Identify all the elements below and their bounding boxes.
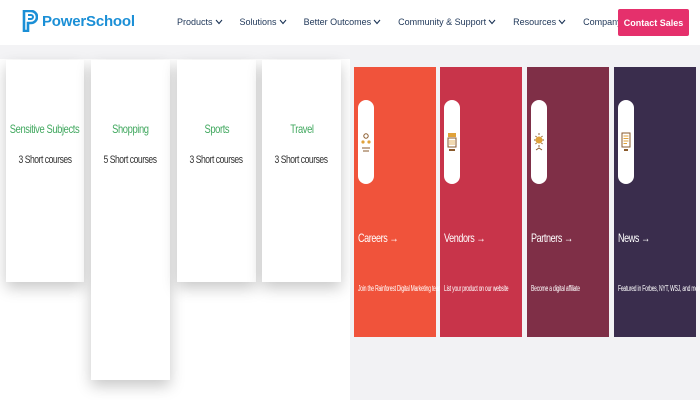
category-section: Sensitive Subjects 3 Short courses Shopp… [0, 45, 350, 400]
nav-item-products[interactable]: Products [177, 17, 223, 27]
careers-icon [358, 100, 374, 184]
nav-item-solutions[interactable]: Solutions [240, 17, 287, 27]
promo-tile-partners[interactable]: Partners → Become a digital affiliate [527, 67, 609, 337]
category-title: Sports [204, 122, 229, 136]
partners-icon [531, 100, 547, 184]
nav-item-resources[interactable]: Resources [513, 17, 566, 27]
category-course-count: 3 Short courses [189, 154, 244, 166]
nav-item-label: Better Outcomes [303, 17, 372, 27]
logo-text: PowerSchool [42, 12, 135, 30]
contact-sales-button[interactable]: Contact Sales [618, 9, 689, 36]
category-title: Travel [289, 122, 314, 136]
category-title: Shopping [112, 122, 149, 136]
nav-item-community-support[interactable]: Community & Support [398, 17, 496, 27]
promo-title: News → [618, 231, 650, 245]
promo-section: Careers → Join the Rainforest Digital Ma… [350, 45, 700, 400]
news-icon [618, 100, 634, 184]
category-card-shopping[interactable]: Shopping 5 Short courses [91, 60, 170, 380]
promo-tile-news[interactable]: News → Featured in Forbes, NYT, WSJ, and… [614, 67, 700, 337]
nav-item-label: Community & Support [398, 17, 487, 27]
vendors-icon [444, 100, 460, 184]
chevron-down-icon [215, 19, 222, 25]
nav-item-label: Company [583, 17, 622, 27]
category-card-travel[interactable]: Travel 3 Short courses [262, 60, 341, 282]
promo-description: Featured in Forbes, NYT, WSJ, and more [618, 284, 700, 293]
site-header: PowerSchool Products Solutions Better Ou… [0, 0, 700, 45]
powerschool-logo[interactable]: PowerSchool [22, 10, 135, 32]
nav-item-label: Solutions [239, 17, 277, 27]
chevron-down-icon [373, 19, 381, 25]
category-course-count: 5 Short courses [103, 154, 158, 166]
powerschool-logo-icon [22, 10, 38, 32]
nav-item-label: Resources [513, 17, 557, 27]
category-course-count: 3 Short courses [274, 154, 329, 166]
main-nav: Products Solutions Better Outcomes Commu… [177, 17, 649, 27]
nav-item-better-outcomes[interactable]: Better Outcomes [304, 17, 382, 27]
promo-description: List your product on our website [444, 284, 509, 293]
promo-description: Become a digital affiliate [531, 284, 580, 293]
promo-tile-vendors[interactable]: Vendors → List your product on our websi… [440, 67, 522, 337]
promo-title: Vendors → [444, 231, 486, 245]
category-course-count: 3 Short courses [18, 154, 72, 166]
chevron-down-icon [558, 19, 566, 25]
section-divider [0, 45, 350, 59]
category-card-sports[interactable]: Sports 3 Short courses [177, 60, 256, 282]
chevron-down-icon [488, 19, 496, 25]
promo-title: Careers → [358, 231, 399, 245]
promo-tile-careers[interactable]: Careers → Join the Rainforest Digital Ma… [354, 67, 462, 337]
category-title: Sensitive Subjects [10, 122, 80, 136]
chevron-down-icon [279, 19, 286, 25]
category-card-sensitive-subjects[interactable]: Sensitive Subjects 3 Short courses [6, 60, 84, 282]
promo-title: Partners → [531, 231, 573, 245]
nav-item-label: Products [177, 17, 213, 27]
